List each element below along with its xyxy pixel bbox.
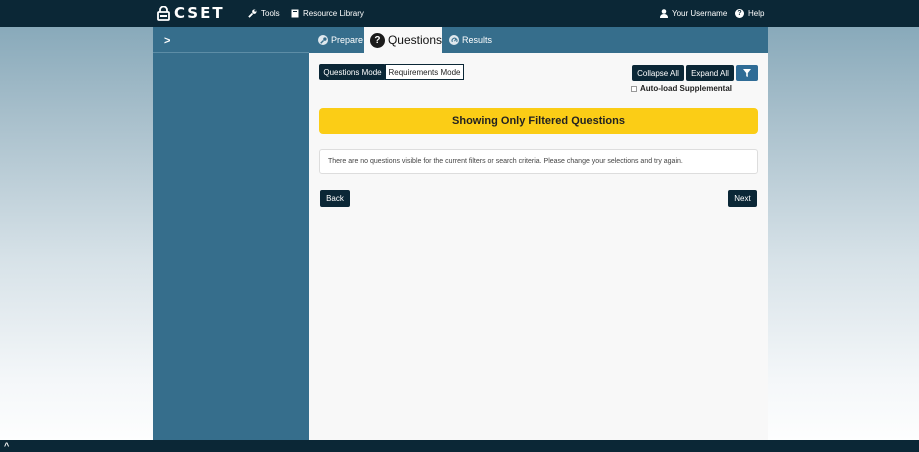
chevron-up-icon[interactable]: ^ (4, 441, 9, 451)
top-navbar: CSET Tools Resource Library Your Usernam… (0, 0, 919, 27)
sidebar-header: > (153, 27, 309, 53)
wrench-icon (248, 9, 257, 18)
user-menu[interactable]: Your Username (660, 0, 727, 27)
tab-label: Questions (387, 33, 442, 47)
tab-label: Results (462, 35, 493, 45)
question-icon: ? (370, 32, 385, 48)
wrench-icon (318, 35, 328, 45)
questions-mode-label: Questions Mode (323, 67, 382, 77)
filter-banner-text: Showing Only Filtered Questions (452, 115, 625, 127)
book-icon (291, 9, 299, 18)
auto-load-checkbox[interactable] (631, 85, 637, 92)
help-menu[interactable]: ? Help (735, 0, 764, 27)
collapse-all-button[interactable]: Collapse All (632, 65, 684, 81)
cset-logo[interactable]: CSET (157, 4, 225, 22)
step-tabs: Prepare ? Questions Results (309, 27, 768, 53)
back-label: Back (326, 194, 344, 203)
tab-prepare[interactable]: Prepare (314, 27, 367, 53)
expand-all-button[interactable]: Expand All (686, 65, 734, 81)
username-label: Your Username (672, 9, 728, 18)
requirements-mode-label: Requirements Mode (388, 67, 461, 77)
questions-panel: Questions Mode Requirements Mode Collaps… (309, 53, 768, 440)
tab-questions[interactable]: ? Questions (364, 27, 442, 53)
tab-label: Prepare (331, 35, 364, 45)
tools-menu[interactable]: Tools (248, 0, 280, 27)
footer-bar: ^ (0, 440, 919, 452)
tools-label: Tools (261, 9, 280, 18)
logo-text: CSET (174, 4, 225, 22)
back-button[interactable]: Back (320, 190, 350, 207)
help-icon: ? (735, 9, 744, 18)
questions-mode-button[interactable]: Questions Mode (319, 64, 386, 80)
expand-all-label: Expand All (691, 68, 729, 78)
chevron-right-icon[interactable]: > (164, 35, 170, 47)
filter-button[interactable] (736, 65, 758, 81)
app-frame: > Prepare ? Questions Results Questions … (153, 27, 768, 440)
no-questions-notice: There are no questions visible for the c… (319, 149, 758, 174)
resource-library-link[interactable]: Resource Library (291, 0, 364, 27)
gauge-icon (449, 35, 459, 45)
help-label: Help (748, 9, 765, 18)
resource-library-label: Resource Library (303, 9, 364, 18)
lock-icon (157, 5, 170, 21)
auto-load-supplemental[interactable]: Auto-load Supplemental (631, 84, 732, 93)
next-label: Next (734, 194, 751, 203)
collapse-all-label: Collapse All (637, 68, 679, 78)
next-button[interactable]: Next (728, 190, 757, 207)
filter-banner: Showing Only Filtered Questions (319, 108, 758, 134)
tab-results[interactable]: Results (445, 27, 496, 53)
sidebar: > (153, 27, 309, 440)
filter-icon (743, 69, 751, 77)
no-questions-text: There are no questions visible for the c… (328, 158, 683, 165)
requirements-mode-button[interactable]: Requirements Mode (385, 64, 464, 80)
user-icon (660, 9, 668, 18)
auto-load-label: Auto-load Supplemental (640, 84, 732, 93)
